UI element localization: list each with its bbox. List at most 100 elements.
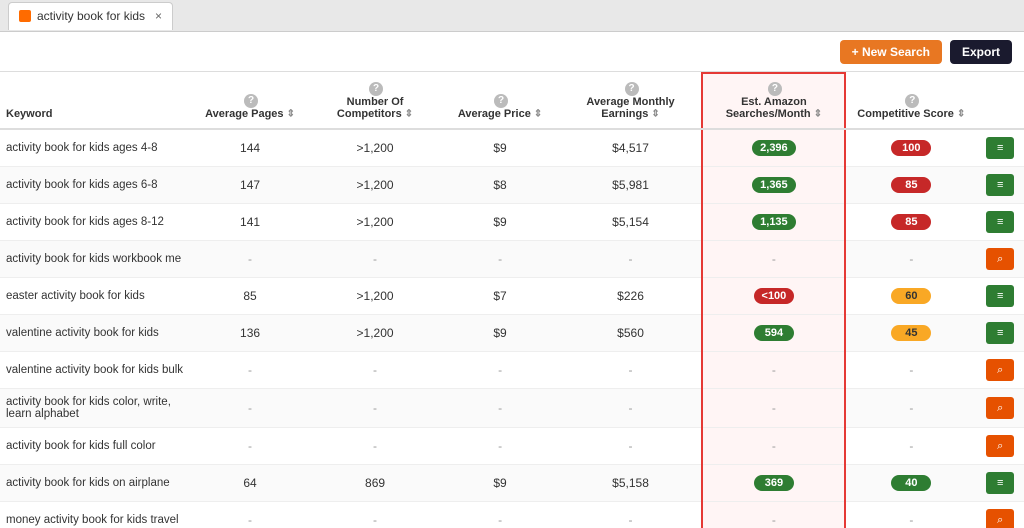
help-icon-price[interactable]: ? <box>494 94 508 108</box>
cell-avg-pages: - <box>191 241 310 278</box>
action-list-button[interactable]: ≡ <box>986 322 1014 344</box>
action-search-button[interactable]: ⌕ <box>986 509 1014 528</box>
cell-action: ≡ <box>976 465 1024 502</box>
cell-keyword: easter activity book for kids <box>0 278 191 315</box>
cell-avg-pages: - <box>191 352 310 389</box>
cell-monthly-earnings: - <box>560 428 703 465</box>
cell-action: ⌕ <box>976 389 1024 428</box>
table-row: activity book for kids ages 4-8144>1,200… <box>0 129 1024 167</box>
cell-action: ≡ <box>976 204 1024 241</box>
sort-icon-earnings[interactable]: ⇕ <box>651 109 659 120</box>
cell-avg-pages: 147 <box>191 167 310 204</box>
action-list-button[interactable]: ≡ <box>986 472 1014 494</box>
cell-monthly-earnings: $4,517 <box>560 129 703 167</box>
cell-keyword: activity book for kids color, write, lea… <box>0 389 191 428</box>
score-badge: 40 <box>891 475 931 491</box>
cell-keyword: activity book for kids full color <box>0 428 191 465</box>
cell-amazon-searches: - <box>702 502 845 528</box>
cell-amazon-searches: 1,135 <box>702 204 845 241</box>
action-search-button[interactable]: ⌕ <box>986 248 1014 270</box>
cell-avg-price: $9 <box>441 129 560 167</box>
cell-comp-score: 40 <box>845 465 976 502</box>
tab-activity-book[interactable]: activity book for kids × <box>8 2 173 30</box>
table-header-row: Keyword ? Average Pages ⇕ ? Number Of Co… <box>0 73 1024 129</box>
col-header-action <box>976 73 1024 129</box>
cell-monthly-earnings: - <box>560 352 703 389</box>
cell-avg-pages: - <box>191 389 310 428</box>
cell-action: ≡ <box>976 315 1024 352</box>
help-icon-score[interactable]: ? <box>905 94 919 108</box>
action-list-button[interactable]: ≡ <box>986 285 1014 307</box>
col-header-earnings: ? Average Monthly Earnings ⇕ <box>560 73 703 129</box>
cell-avg-price: $7 <box>441 278 560 315</box>
cell-keyword: activity book for kids on airplane <box>0 465 191 502</box>
cell-keyword: valentine activity book for kids bulk <box>0 352 191 389</box>
help-icon-amazon[interactable]: ? <box>768 82 782 96</box>
cell-monthly-earnings: $5,154 <box>560 204 703 241</box>
cell-comp-score: 100 <box>845 129 976 167</box>
cell-competitors: >1,200 <box>310 315 441 352</box>
cell-amazon-searches: 2,396 <box>702 129 845 167</box>
table-row: activity book for kids on airplane64869$… <box>0 465 1024 502</box>
table-row: activity book for kids workbook me------… <box>0 241 1024 278</box>
sort-icon-price[interactable]: ⇕ <box>534 109 542 120</box>
cell-avg-price: - <box>441 389 560 428</box>
sort-icon-competitors[interactable]: ⇕ <box>405 109 413 120</box>
cell-monthly-earnings: $226 <box>560 278 703 315</box>
sort-icon-score[interactable]: ⇕ <box>957 109 965 120</box>
table-row: activity book for kids ages 8-12141>1,20… <box>0 204 1024 241</box>
cell-competitors: - <box>310 428 441 465</box>
cell-competitors: >1,200 <box>310 129 441 167</box>
help-icon-earnings[interactable]: ? <box>625 82 639 96</box>
cell-action: ≡ <box>976 129 1024 167</box>
cell-monthly-earnings: - <box>560 502 703 528</box>
table-row: activity book for kids ages 6-8147>1,200… <box>0 167 1024 204</box>
cell-competitors: - <box>310 502 441 528</box>
table-container: Keyword ? Average Pages ⇕ ? Number Of Co… <box>0 72 1024 528</box>
help-icon-pages[interactable]: ? <box>244 94 258 108</box>
score-badge: 85 <box>891 177 931 193</box>
cell-comp-score: - <box>845 241 976 278</box>
table-row: activity book for kids full color------⌕ <box>0 428 1024 465</box>
sort-icon-amazon[interactable]: ⇕ <box>814 109 822 120</box>
cell-competitors: 869 <box>310 465 441 502</box>
tab-bar: activity book for kids × <box>0 0 1024 32</box>
cell-comp-score: - <box>845 352 976 389</box>
action-search-button[interactable]: ⌕ <box>986 435 1014 457</box>
col-header-keyword: Keyword <box>0 73 191 129</box>
cell-monthly-earnings: $560 <box>560 315 703 352</box>
cell-monthly-earnings: - <box>560 389 703 428</box>
cell-competitors: - <box>310 389 441 428</box>
cell-amazon-searches: 369 <box>702 465 845 502</box>
cell-avg-price: $9 <box>441 465 560 502</box>
cell-amazon-searches: - <box>702 352 845 389</box>
cell-keyword: money activity book for kids travel <box>0 502 191 528</box>
new-search-button[interactable]: + New Search <box>840 40 942 64</box>
action-search-button[interactable]: ⌕ <box>986 397 1014 419</box>
table-row: easter activity book for kids85>1,200$7$… <box>0 278 1024 315</box>
amazon-badge: 1,365 <box>752 177 796 193</box>
cell-action: ⌕ <box>976 502 1024 528</box>
cell-keyword: valentine activity book for kids <box>0 315 191 352</box>
action-list-button[interactable]: ≡ <box>986 211 1014 233</box>
cell-avg-pages: - <box>191 428 310 465</box>
cell-keyword: activity book for kids ages 4-8 <box>0 129 191 167</box>
tab-close-button[interactable]: × <box>155 9 162 23</box>
sort-icon-pages[interactable]: ⇕ <box>287 109 295 120</box>
score-badge: 60 <box>891 288 931 304</box>
top-bar: + New Search Export <box>0 32 1024 72</box>
amazon-badge: 2,396 <box>752 140 796 156</box>
score-badge: 45 <box>891 325 931 341</box>
amazon-badge: 594 <box>754 325 794 341</box>
export-button[interactable]: Export <box>950 40 1012 64</box>
cell-competitors: - <box>310 241 441 278</box>
cell-comp-score: 85 <box>845 167 976 204</box>
cell-competitors: >1,200 <box>310 278 441 315</box>
cell-avg-price: $8 <box>441 167 560 204</box>
action-search-button[interactable]: ⌕ <box>986 359 1014 381</box>
cell-avg-pages: 85 <box>191 278 310 315</box>
action-list-button[interactable]: ≡ <box>986 174 1014 196</box>
table-row: valentine activity book for kids136>1,20… <box>0 315 1024 352</box>
action-list-button[interactable]: ≡ <box>986 137 1014 159</box>
help-icon-competitors[interactable]: ? <box>369 82 383 96</box>
